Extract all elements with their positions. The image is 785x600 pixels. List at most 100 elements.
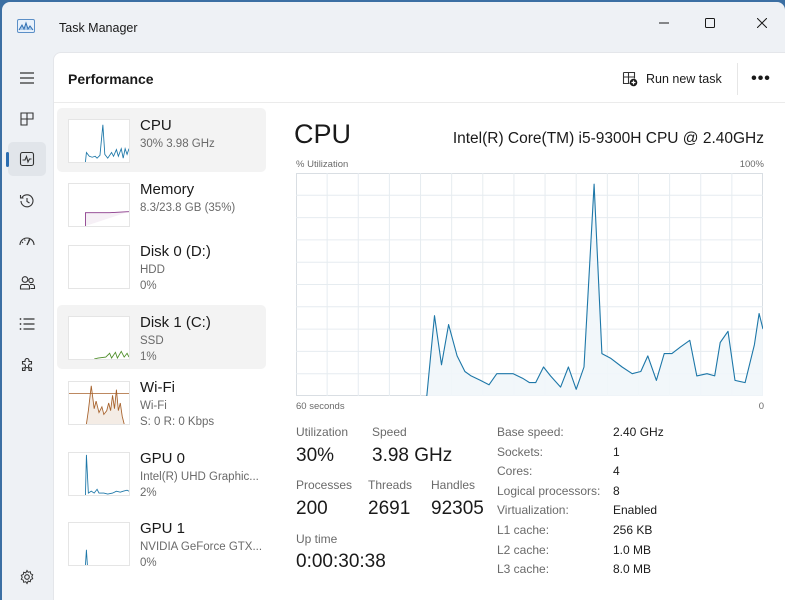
mini-graph-svg <box>69 385 129 424</box>
spec-value: 2.40 GHz <box>613 425 664 439</box>
mini-graph-svg <box>85 454 129 495</box>
mini-graph <box>68 183 130 227</box>
maximize-button[interactable] <box>687 8 733 38</box>
perf-item-wi-fi[interactable]: Wi-Fi Wi-Fi S: 0 R: 0 Kbps <box>57 370 266 434</box>
close-icon <box>757 18 767 28</box>
nav-services[interactable] <box>8 349 46 383</box>
perf-item-detail: SSD <box>140 335 164 347</box>
mini-graph <box>68 245 130 289</box>
active-indicator <box>6 152 9 167</box>
perf-item-disk-0-d[interactable]: Disk 0 (D:) HDD 0% <box>57 234 266 298</box>
mini-graph-line <box>85 454 129 495</box>
processes-value: 200 <box>296 498 328 519</box>
perf-item-name: GPU 1 <box>140 520 186 537</box>
mini-graph-line <box>85 211 129 226</box>
history-icon <box>19 194 34 208</box>
perf-item-detail: 30% 3.98 GHz <box>140 138 215 150</box>
uptime-label: Up time <box>296 532 338 546</box>
perf-item-gpu-0[interactable]: GPU 0 Intel(R) UHD Graphic... 2% <box>57 441 266 505</box>
speed-value: 3.98 GHz <box>372 445 453 466</box>
perf-item-detail: HDD <box>140 264 165 276</box>
cpu-model-name: Intel(R) Core(TM) i5-9300H CPU @ 2.40GHz <box>452 130 764 147</box>
minimize-button[interactable] <box>641 8 687 38</box>
perf-item-disk-1-c[interactable]: Disk 1 (C:) SSD 1% <box>57 305 266 369</box>
navigation-rail <box>2 52 54 600</box>
spec-value: 1.0 MB <box>613 542 652 557</box>
minimize-icon <box>659 22 669 24</box>
mini-graph-svg <box>69 246 129 288</box>
perf-item-name: Wi-Fi <box>140 379 175 396</box>
spec-value: 1 <box>613 444 620 459</box>
mini-graph <box>68 452 130 496</box>
users-icon <box>19 276 35 290</box>
perf-item-memory[interactable]: Memory 8.3/23.8 GB (35%) <box>57 172 266 236</box>
chart-y-max-label: 100% <box>739 159 764 170</box>
perf-item-gpu-1[interactable]: GPU 1 NVIDIA GeForce GTX... 0% <box>57 511 266 575</box>
nav-app-history[interactable] <box>8 184 46 218</box>
task-manager-window: Task Manager Performance Run new task ••… <box>2 2 785 600</box>
list-icon <box>19 318 35 330</box>
main-content: Performance Run new task ••• CPU 30% 3.98… <box>53 52 785 600</box>
utilization-label: Utilization <box>296 425 349 439</box>
handles-value: 92305 <box>431 498 484 519</box>
perf-item-cpu[interactable]: CPU 30% 3.98 GHz <box>57 108 266 172</box>
command-bar-separator <box>737 63 738 95</box>
spec-label: Cores: <box>497 464 533 479</box>
perf-item-value: 0% <box>140 557 157 569</box>
perf-item-name: Disk 0 (D:) <box>140 243 211 260</box>
close-button[interactable] <box>739 8 785 38</box>
performance-resource-list: CPU 30% 3.98 GHz Memory 8.3/23.8 GB (35%) Di… <box>54 105 268 600</box>
threads-value: 2691 <box>368 498 411 519</box>
gear-icon <box>20 569 34 585</box>
mini-graph-svg <box>85 211 129 226</box>
mini-graph-svg <box>85 124 129 162</box>
title-bar[interactable]: Task Manager <box>2 2 785 52</box>
perf-item-value: 2% <box>140 487 157 499</box>
mini-graph-line <box>85 385 125 424</box>
utilization-value: 30% <box>296 445 335 466</box>
more-options-button[interactable]: ••• <box>744 63 778 95</box>
window-title: Task Manager <box>59 21 138 35</box>
perf-item-detail: 8.3/23.8 GB (35%) <box>140 202 236 214</box>
perf-item-name: Disk 1 (C:) <box>140 314 211 331</box>
chart-x-left-label: 60 seconds <box>296 401 345 412</box>
cpu-detail-panel: CPU Intel(R) Core(TM) i5-9300H CPU @ 2.4… <box>286 105 785 600</box>
spec-label: Base speed: <box>497 425 564 439</box>
nav-processes[interactable] <box>8 102 46 136</box>
nav-menu-button[interactable] <box>8 61 46 95</box>
run-new-task-label: Run new task <box>646 72 722 86</box>
perf-item-detail: NVIDIA GeForce GTX... <box>140 541 263 553</box>
maximize-icon <box>705 18 715 28</box>
perf-item-name: Memory <box>140 181 195 198</box>
perf-item-value: 0% <box>140 280 157 292</box>
mini-graph-line <box>85 549 88 565</box>
perf-item-name: GPU 0 <box>140 450 186 467</box>
spec-value: 8.0 MB <box>613 562 652 577</box>
mini-graph-svg <box>94 350 129 359</box>
perf-item-value: S: 0 R: 0 Kbps <box>140 416 215 428</box>
spec-value: 8 <box>613 483 620 498</box>
detail-title: CPU <box>294 119 352 149</box>
nav-performance[interactable] <box>6 142 46 176</box>
spec-label: L3 cache: <box>497 562 550 577</box>
perf-item-name: CPU <box>140 117 172 134</box>
speed-label: Speed <box>372 425 407 439</box>
nav-details[interactable] <box>8 307 46 341</box>
mini-graph <box>68 522 130 566</box>
startup-gauge-icon <box>19 237 35 246</box>
spec-label: Sockets: <box>497 444 544 459</box>
mini-graph <box>68 381 130 425</box>
spec-value: 256 KB <box>613 523 653 537</box>
spec-value: Enabled <box>613 503 658 518</box>
uptime-value: 0:00:30:38 <box>296 551 386 572</box>
nav-settings[interactable] <box>8 560 46 594</box>
run-new-task-button[interactable]: Run new task <box>614 63 730 95</box>
cpu-utilization-chart-svg <box>296 173 763 396</box>
command-bar: Performance Run new task ••• <box>54 53 785 103</box>
mini-graph <box>68 119 130 163</box>
hamburger-icon <box>20 72 34 84</box>
nav-users[interactable] <box>8 266 46 300</box>
threads-label: Threads <box>368 478 413 492</box>
nav-startup-apps[interactable] <box>8 225 46 259</box>
mini-graph-svg <box>85 549 88 565</box>
